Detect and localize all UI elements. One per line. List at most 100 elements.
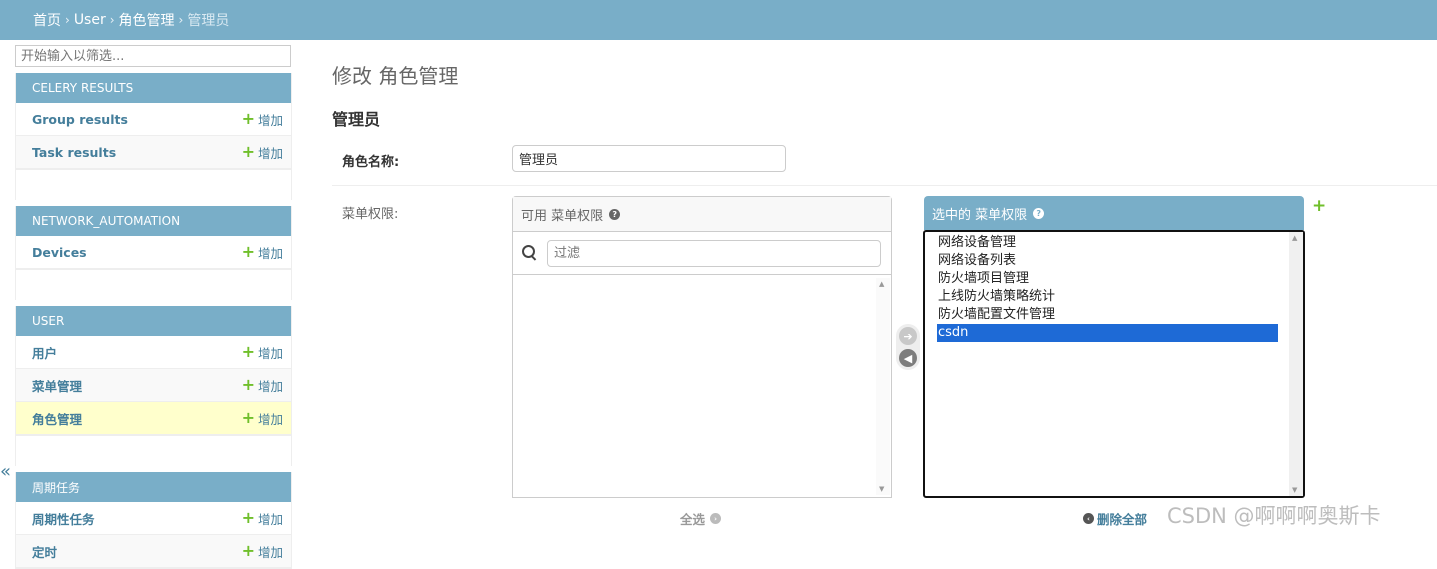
chosen-option[interactable]: 网络设备管理 [937, 234, 1278, 252]
add-model-link[interactable]: + 增加 [242, 509, 283, 528]
breadcrumb-separator: › [178, 13, 184, 27]
breadcrumb-separator: › [65, 13, 70, 27]
model-row-roles: 角色管理 + 增加 [16, 402, 291, 435]
app-module-network-automation: NETWORK_AUTOMATION Devices + 增加 [15, 206, 292, 270]
module-gap [15, 436, 292, 466]
plus-icon: + [241, 142, 255, 161]
add-selected-icon[interactable]: ➔ [899, 327, 917, 345]
app-caption[interactable]: NETWORK_AUTOMATION [16, 206, 291, 236]
model-row-devices: Devices + 增加 [16, 236, 291, 269]
chosen-option-selected[interactable]: csdn [937, 324, 1278, 342]
add-related-icon[interactable]: + [1312, 196, 1326, 216]
remove-all-label: 删除全部 [1097, 512, 1148, 527]
add-model-link[interactable]: + 增加 [242, 409, 283, 428]
breadcrumb: 首页 › User › 角色管理 › 管理员 [0, 0, 1437, 40]
app-module-user: USER 用户 + 增加 菜单管理 + 增加 角色管理 + 增加 [15, 306, 292, 436]
filter-bar [513, 232, 891, 275]
search-icon [521, 244, 539, 262]
add-model-link[interactable]: + 增加 [242, 343, 283, 362]
plus-icon: + [241, 242, 255, 261]
add-model-link[interactable]: + 增加 [242, 110, 283, 129]
available-scrollbar[interactable]: ▲ ▼ [876, 278, 890, 495]
scroll-up-icon[interactable]: ▲ [879, 280, 884, 288]
sidebar-collapse-icon[interactable]: « [0, 461, 11, 482]
page-title: 修改 角色管理 [332, 64, 459, 88]
breadcrumb-current: 管理员 [187, 13, 230, 29]
scroll-down-icon[interactable]: ▼ [1292, 486, 1297, 494]
breadcrumb-home-link[interactable]: 首页 [33, 10, 61, 30]
watermark: CSDN @啊啊啊奥斯卡 [1167, 504, 1381, 528]
plus-icon: + [241, 375, 255, 394]
nav-filter-input[interactable] [15, 45, 291, 67]
object-name: 管理员 [332, 110, 381, 129]
add-model-link[interactable]: + 增加 [242, 542, 283, 561]
permission-filter-input[interactable] [547, 239, 881, 267]
add-label: 增加 [257, 511, 283, 527]
available-title: 可用 菜单权限 [521, 208, 604, 224]
model-link[interactable]: Devices [32, 245, 87, 260]
role-name-input[interactable] [512, 145, 786, 172]
choose-all-link[interactable]: 全选 › [680, 509, 722, 528]
plus-icon: + [241, 508, 255, 527]
chosen-permissions-list[interactable]: 网络设备管理 网络设备列表 防火墙项目管理 上线防火墙策略统计 防火墙配置文件管… [923, 230, 1305, 498]
add-label: 增加 [257, 112, 283, 128]
remove-selected-icon[interactable]: ◀ [899, 349, 917, 367]
app-caption[interactable]: 周期任务 [16, 472, 291, 502]
model-row-periodic-tasks: 周期性任务 + 增加 [16, 502, 291, 535]
remove-all-link[interactable]: ‹ 删除全部 [1083, 509, 1147, 528]
role-name-label: 角色名称: [342, 155, 400, 170]
scroll-down-icon[interactable]: ▼ [879, 485, 884, 493]
app-caption[interactable]: USER [16, 306, 291, 336]
model-row-task-results: Task results + 增加 [16, 136, 291, 169]
nav-sidebar: CELERY RESULTS Group results +增加 Task re… [15, 45, 292, 569]
model-row-menus: 菜单管理 + 增加 [16, 369, 291, 402]
chosen-scrollbar[interactable]: ▲ ▼ [1289, 232, 1303, 496]
menu-permissions-label: 菜单权限: [342, 207, 399, 222]
breadcrumb-separator: › [109, 13, 115, 27]
chosen-option[interactable]: 防火墙项目管理 [937, 270, 1278, 288]
add-model-link[interactable]: + 增加 [242, 376, 283, 395]
help-icon[interactable]: ? [609, 208, 621, 220]
chosen-option[interactable]: 上线防火墙策略统计 [937, 288, 1278, 306]
add-label: 增加 [257, 245, 283, 261]
arrow-left-icon: ‹ [1083, 513, 1094, 524]
arrow-right-icon: › [710, 513, 722, 524]
available-permissions-box: 可用 菜单权限 ? ▲ ▼ [512, 196, 892, 498]
model-link[interactable]: 菜单管理 [32, 376, 82, 395]
app-module-periodic-tasks: 周期任务 周期性任务 + 增加 定时 + 增加 [15, 472, 292, 569]
breadcrumb-app-link[interactable]: User [74, 12, 106, 28]
add-model-link[interactable]: + 增加 [242, 243, 283, 262]
model-link[interactable]: 用户 [32, 343, 57, 362]
add-label: 增加 [257, 378, 283, 394]
chosen-title: 选中的 菜单权限 [932, 207, 1028, 223]
chosen-option[interactable]: 网络设备列表 [937, 252, 1278, 270]
model-link[interactable]: 周期性任务 [32, 509, 95, 528]
add-model-link[interactable]: + 增加 [242, 143, 283, 162]
plus-icon: + [241, 109, 255, 128]
model-row-schedules: 定时 + 增加 [16, 535, 291, 568]
model-row-group-results: Group results + 增加 [16, 103, 291, 136]
app-module-celery-results: CELERY RESULTS Group results + 增加 Task re… [15, 73, 292, 170]
chosen-header: 选中的 菜单权限 ? [924, 196, 1304, 230]
plus-icon: + [241, 408, 255, 427]
add-label: 增加 [257, 145, 283, 161]
model-link[interactable]: Group results [32, 112, 128, 127]
breadcrumb-model-link[interactable]: 角色管理 [119, 10, 175, 30]
help-icon[interactable]: ? [1033, 207, 1045, 219]
model-link[interactable]: Task results [32, 145, 116, 160]
model-link[interactable]: 角色管理 [32, 409, 82, 428]
app-caption[interactable]: CELERY RESULTS [16, 73, 291, 103]
scroll-up-icon[interactable]: ▲ [1292, 234, 1297, 242]
available-header: 可用 菜单权限 ? [513, 197, 891, 232]
model-row-users: 用户 + 增加 [16, 336, 291, 369]
model-link[interactable]: 定时 [32, 542, 57, 561]
add-label: 增加 [257, 544, 283, 560]
plus-icon: + [241, 541, 255, 560]
add-label: 增加 [257, 411, 283, 427]
available-permissions-list[interactable]: ▲ ▼ [513, 276, 891, 497]
add-label: 增加 [257, 345, 283, 361]
form-row-divider [332, 185, 1437, 186]
choose-all-label: 全选 [680, 512, 706, 527]
module-gap [15, 170, 292, 200]
chosen-option[interactable]: 防火墙配置文件管理 [937, 306, 1278, 324]
